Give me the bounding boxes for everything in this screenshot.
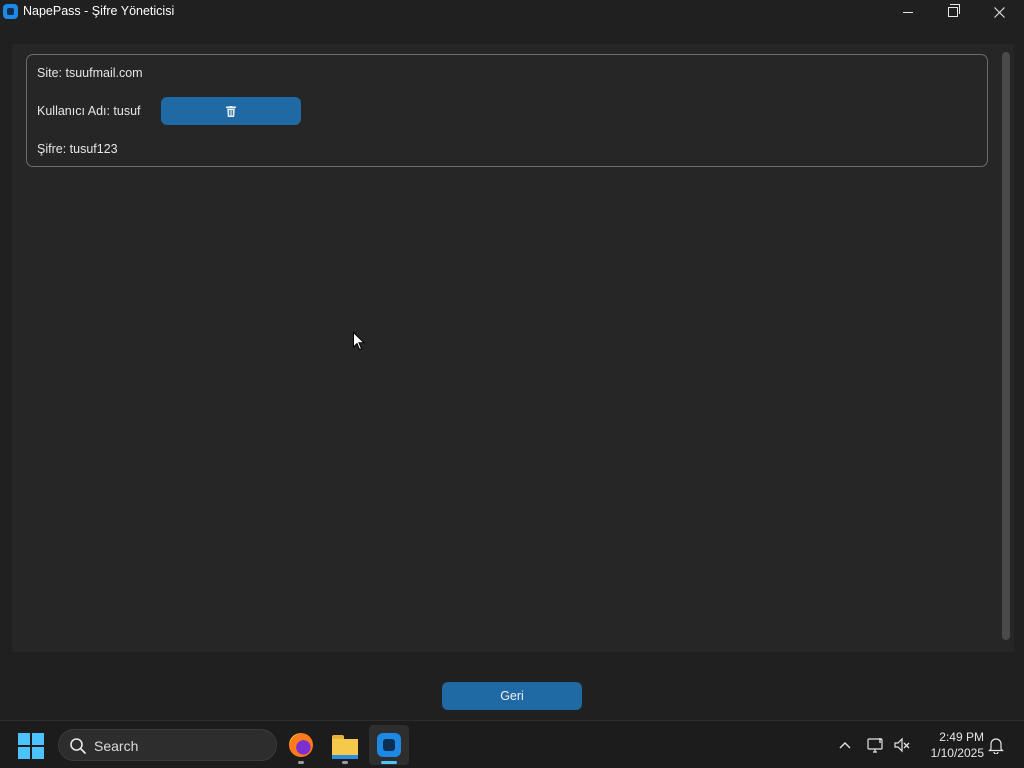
window-title: NapePass - Şifre Yöneticisi	[23, 4, 175, 18]
show-hidden-icons-button[interactable]	[835, 735, 855, 755]
volume-muted-icon	[894, 737, 910, 753]
clock-date: 1/10/2025	[930, 746, 984, 760]
close-button[interactable]	[976, 0, 1022, 24]
taskbar: Search 2:49 PM 1/10/2025	[0, 720, 1024, 768]
title-bar: NapePass - Şifre Yöneticisi	[0, 0, 1024, 24]
bell-icon	[988, 737, 1004, 754]
firefox-icon	[289, 733, 313, 757]
search-placeholder: Search	[94, 738, 139, 754]
network-button[interactable]	[866, 735, 886, 755]
taskbar-firefox[interactable]	[281, 725, 321, 765]
taskbar-search-box[interactable]: Search	[58, 729, 277, 761]
taskbar-file-explorer[interactable]	[325, 725, 365, 765]
password-list-area: Site: tsuufmail.com Kullanıcı Adı: tusuf…	[12, 44, 1014, 652]
active-indicator	[381, 761, 397, 764]
restore-button[interactable]	[930, 0, 976, 24]
napepass-app-icon	[3, 4, 18, 19]
windows-logo-tile	[32, 747, 44, 759]
vertical-scrollbar[interactable]	[1002, 52, 1010, 640]
windows-logo-tile	[18, 733, 30, 745]
napepass-icon	[377, 733, 401, 757]
password-entry-card: Site: tsuufmail.com Kullanıcı Adı: tusuf…	[26, 54, 988, 167]
trash-icon	[226, 105, 236, 117]
running-indicator	[342, 761, 348, 764]
minimize-icon	[903, 11, 913, 13]
delete-entry-button[interactable]	[161, 97, 301, 125]
restore-icon	[948, 4, 960, 17]
notifications-button[interactable]	[986, 735, 1006, 755]
password-label: Şifre: tusuf123	[37, 142, 118, 156]
windows-logo-tile	[32, 733, 44, 745]
site-label: Site: tsuufmail.com	[37, 66, 143, 80]
search-icon	[70, 738, 86, 754]
volume-button[interactable]	[892, 735, 912, 755]
mouse-cursor-icon	[353, 332, 365, 351]
system-clock[interactable]: 2:49 PM 1/10/2025	[916, 729, 984, 761]
back-button[interactable]: Geri	[442, 682, 582, 710]
windows-logo-tile	[18, 747, 30, 759]
clock-time: 2:49 PM	[939, 730, 984, 744]
start-button[interactable]	[18, 733, 44, 759]
username-label: Kullanıcı Adı: tusuf	[37, 104, 141, 118]
minimize-button[interactable]	[885, 0, 931, 24]
network-disconnected-icon	[867, 738, 883, 753]
running-indicator	[298, 761, 304, 764]
taskbar-napepass[interactable]	[369, 725, 409, 765]
chevron-up-icon	[839, 742, 851, 749]
close-icon	[993, 6, 1005, 18]
file-explorer-icon	[332, 735, 358, 759]
